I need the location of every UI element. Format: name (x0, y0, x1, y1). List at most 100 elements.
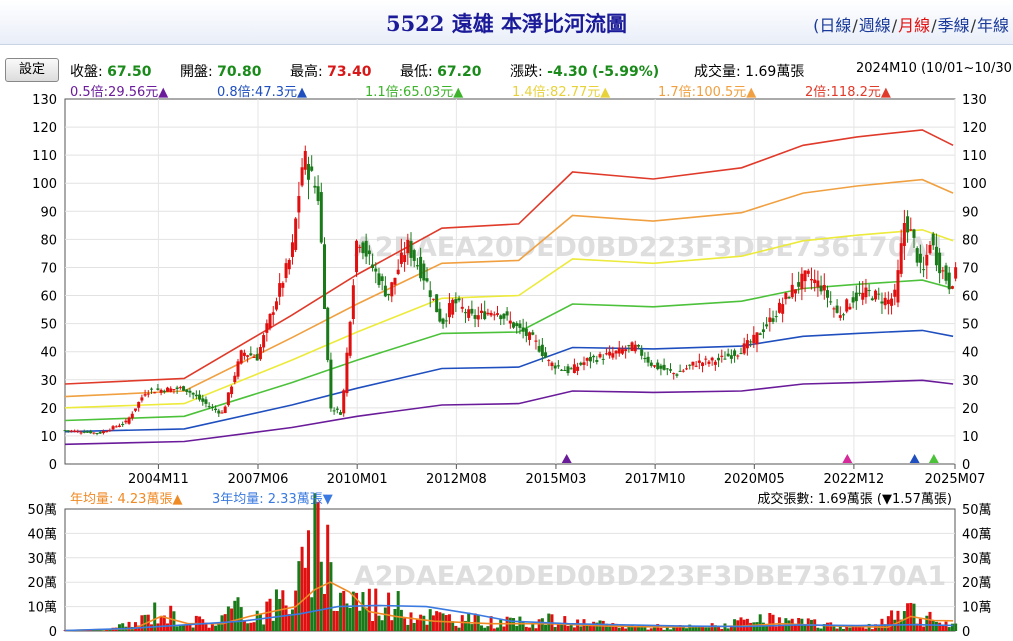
volume-bar (803, 625, 807, 631)
volume-bar (377, 615, 381, 631)
candle-body (710, 357, 714, 361)
candle-body (518, 323, 522, 328)
candle-body (521, 327, 525, 332)
volume-bar (890, 610, 894, 631)
candle-body (624, 349, 628, 352)
volume-bar (528, 627, 532, 631)
candle-body (806, 270, 810, 274)
y-tick-label-right: 70 (962, 261, 979, 276)
volume-bar (297, 561, 301, 631)
candle-body (419, 256, 423, 279)
candle-body (156, 388, 160, 390)
volume-bar (185, 625, 189, 631)
candle-body (470, 308, 474, 314)
candle-body (893, 289, 897, 297)
candle-body (409, 241, 413, 258)
volume-bar (566, 625, 570, 631)
candle-body (720, 355, 724, 357)
candle-body (297, 196, 301, 213)
candle-body (358, 246, 362, 248)
candle-body (505, 311, 509, 316)
candle-body (659, 365, 663, 369)
volume-bar (191, 627, 195, 631)
candle-body (854, 292, 858, 302)
y-tick-label-left: 50 (40, 318, 57, 333)
candle-body (813, 279, 817, 284)
candle-body (886, 299, 890, 305)
candle-body (912, 229, 916, 238)
candle-body (214, 408, 218, 411)
candle-body (816, 280, 820, 288)
volume-bar (246, 623, 250, 631)
volume-bar (342, 590, 346, 631)
volume-bar (300, 546, 304, 631)
candle-body (114, 426, 118, 428)
volume-bar (172, 611, 176, 631)
volume-legend-year-avg: 年均量: 4.23萬張▲ (70, 492, 182, 507)
candle-body (89, 430, 93, 434)
y-tick-label-right: 100 (962, 177, 987, 192)
volume-y-label-left: 40萬 (27, 527, 57, 542)
candle-body (166, 387, 170, 392)
volume-bar (127, 621, 131, 631)
candle-body (278, 283, 282, 297)
candle-body (765, 324, 769, 327)
candle-body (515, 323, 519, 327)
candle-body (950, 286, 954, 289)
candle-body (899, 243, 903, 274)
volume-bar (249, 622, 253, 631)
candle-body (310, 166, 314, 171)
volume-bar (928, 611, 932, 631)
candle-body (832, 308, 836, 310)
candle-body (406, 239, 410, 254)
candle-body (137, 401, 141, 408)
volume-bar (902, 611, 906, 631)
watermark: A2DAEA20DED0BD223F3DBE736170A1 (354, 232, 946, 263)
candle-body (550, 362, 554, 367)
volume-bar (310, 597, 314, 631)
volume-bar (707, 627, 711, 631)
volume-bar (207, 627, 211, 631)
volume-bar (941, 625, 945, 631)
candle-body (938, 252, 942, 274)
candle-body (829, 301, 833, 303)
volume-legend-count: 成交張數: 1.69萬張 (▼1.57萬張) (757, 491, 952, 507)
volume-bar (758, 614, 762, 631)
volume-bar (396, 591, 400, 631)
candle-body (435, 294, 439, 313)
y-tick-label-left: 90 (40, 205, 57, 220)
candle-body (845, 299, 849, 312)
candle-body (842, 314, 846, 316)
y-tick-label-left: 20 (40, 402, 57, 417)
volume-bar (835, 628, 839, 631)
candle-body (249, 353, 253, 356)
candle-body (108, 430, 112, 432)
signal-marker (928, 454, 939, 463)
candle-body (191, 392, 195, 395)
candle-body (566, 366, 570, 374)
candle-body (63, 430, 67, 432)
candle-body (803, 270, 807, 282)
candle-body (133, 408, 137, 411)
candle-body (547, 360, 551, 362)
candle-body (944, 265, 948, 281)
candle-body (787, 297, 791, 299)
volume-bar (540, 618, 544, 631)
candle-body (499, 315, 503, 320)
candle-body (441, 318, 445, 324)
candle-body (73, 430, 77, 432)
candle-body (582, 362, 586, 365)
candle-body (931, 233, 935, 246)
candle-body (797, 282, 801, 287)
candle-body (697, 360, 701, 363)
candle-body (685, 368, 689, 370)
volume-bar (467, 612, 471, 631)
y-tick-label-left: 80 (40, 233, 57, 248)
candle-body (153, 392, 157, 394)
candle-body (262, 335, 266, 348)
volume-bar (230, 608, 234, 631)
volume-bar (720, 628, 724, 631)
volume-bar (553, 627, 557, 631)
candle-body (701, 362, 705, 366)
candle-body (739, 353, 743, 355)
